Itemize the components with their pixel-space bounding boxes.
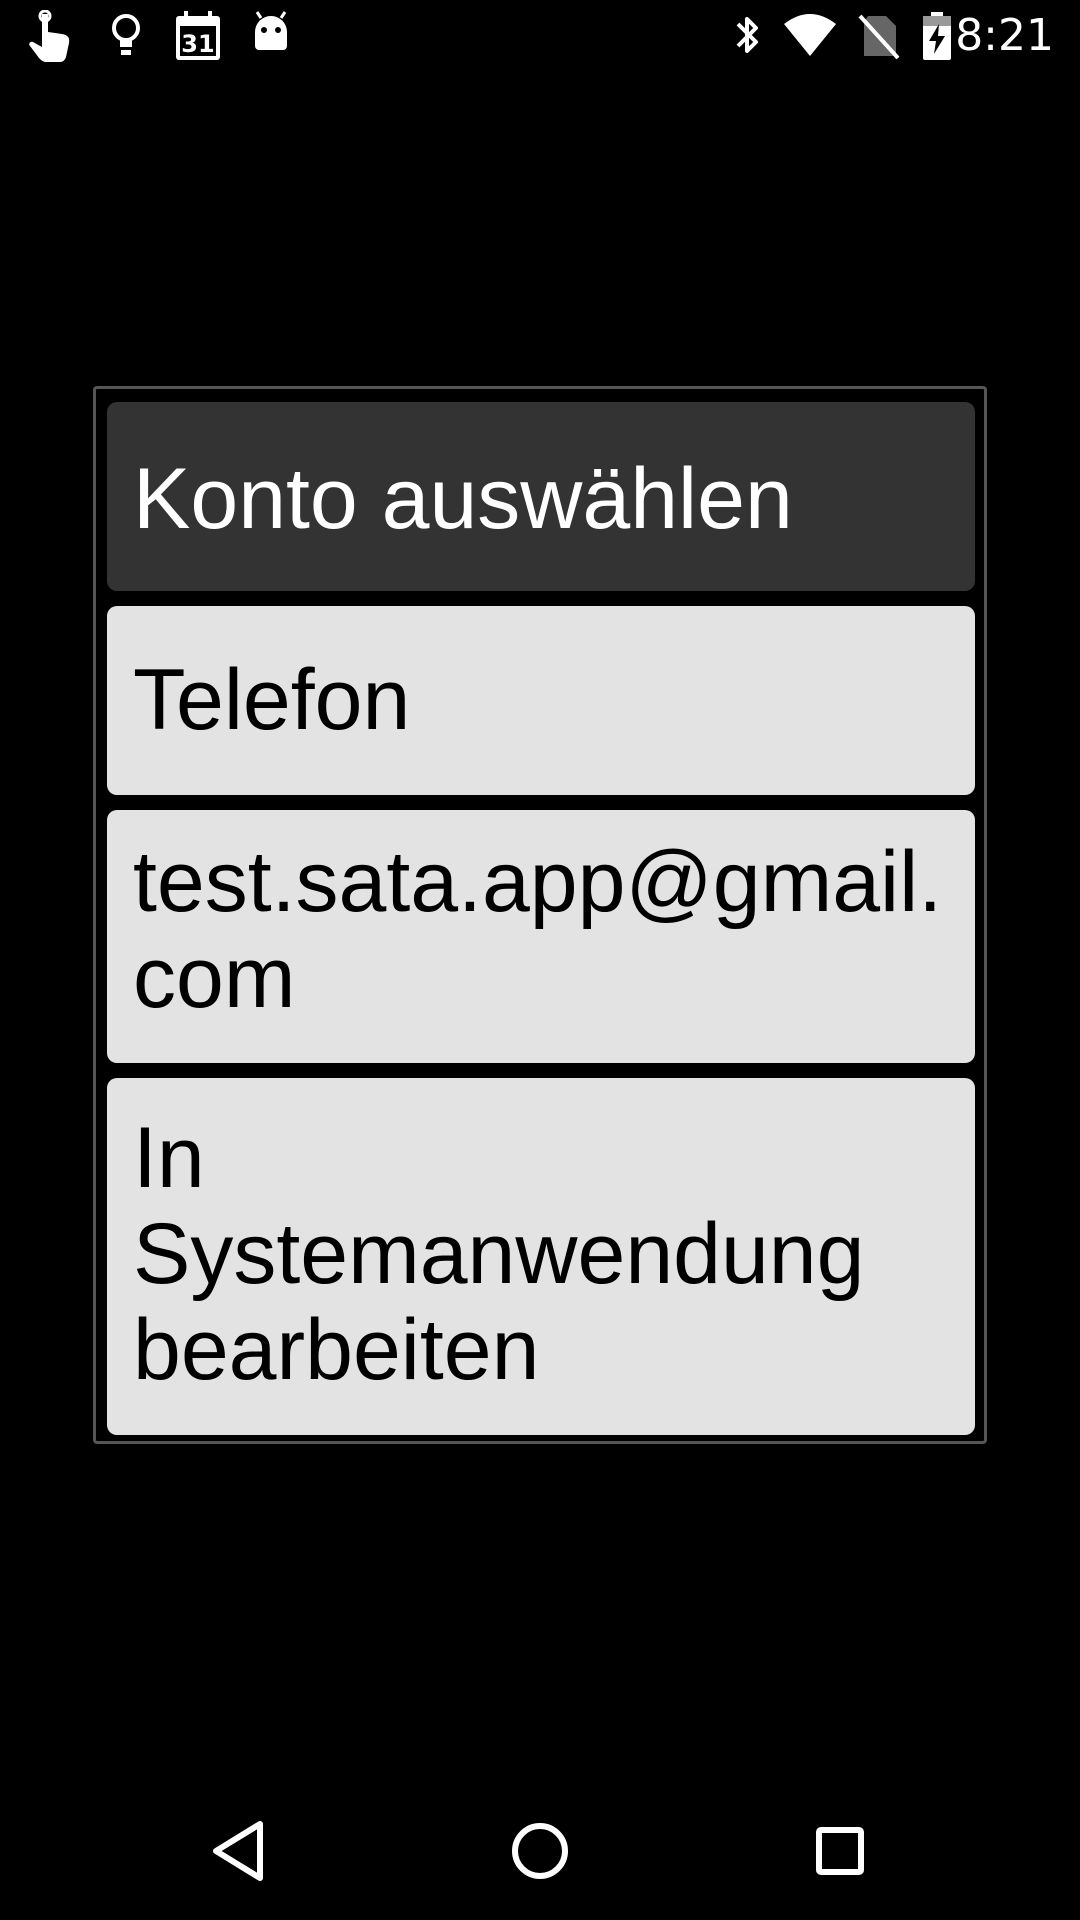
lightbulb-icon bbox=[108, 10, 144, 62]
touch-hand-icon bbox=[28, 10, 76, 62]
bluetooth-icon bbox=[730, 10, 764, 62]
recent-apps-icon bbox=[816, 1827, 864, 1875]
option-google-account[interactable]: test.sata.app@gmail.com bbox=[107, 810, 975, 1063]
back-button[interactable] bbox=[196, 1806, 286, 1896]
option-edit-in-system-app[interactable]: In Systemanwendung bearbeiten bbox=[107, 1078, 975, 1435]
recent-apps-button[interactable] bbox=[795, 1806, 885, 1896]
calendar-icon: 31 bbox=[174, 10, 222, 62]
account-picker-dialog: Konto auswählen Telefon test.sata.app@gm… bbox=[93, 386, 987, 1444]
android-icon bbox=[252, 10, 290, 62]
home-button[interactable] bbox=[495, 1806, 585, 1896]
dialog-title: Konto auswählen bbox=[133, 451, 793, 547]
status-bar: 31 8:21 bbox=[0, 0, 1080, 72]
option-label: test.sata.app@gmail.com bbox=[133, 834, 943, 1026]
option-label: In Systemanwendung bearbeiten bbox=[133, 1110, 865, 1398]
home-icon bbox=[512, 1823, 568, 1879]
navigation-bar bbox=[0, 1776, 1080, 1920]
calendar-day: 31 bbox=[181, 30, 214, 58]
back-icon bbox=[213, 1821, 263, 1881]
dialog-header: Konto auswählen bbox=[107, 402, 975, 591]
wifi-icon bbox=[782, 10, 838, 62]
battery-charging-icon bbox=[920, 10, 954, 62]
status-time: 8:21 bbox=[955, 10, 1054, 61]
no-sim-icon bbox=[856, 10, 900, 62]
option-label: Telefon bbox=[133, 652, 411, 748]
option-phone[interactable]: Telefon bbox=[107, 606, 975, 795]
